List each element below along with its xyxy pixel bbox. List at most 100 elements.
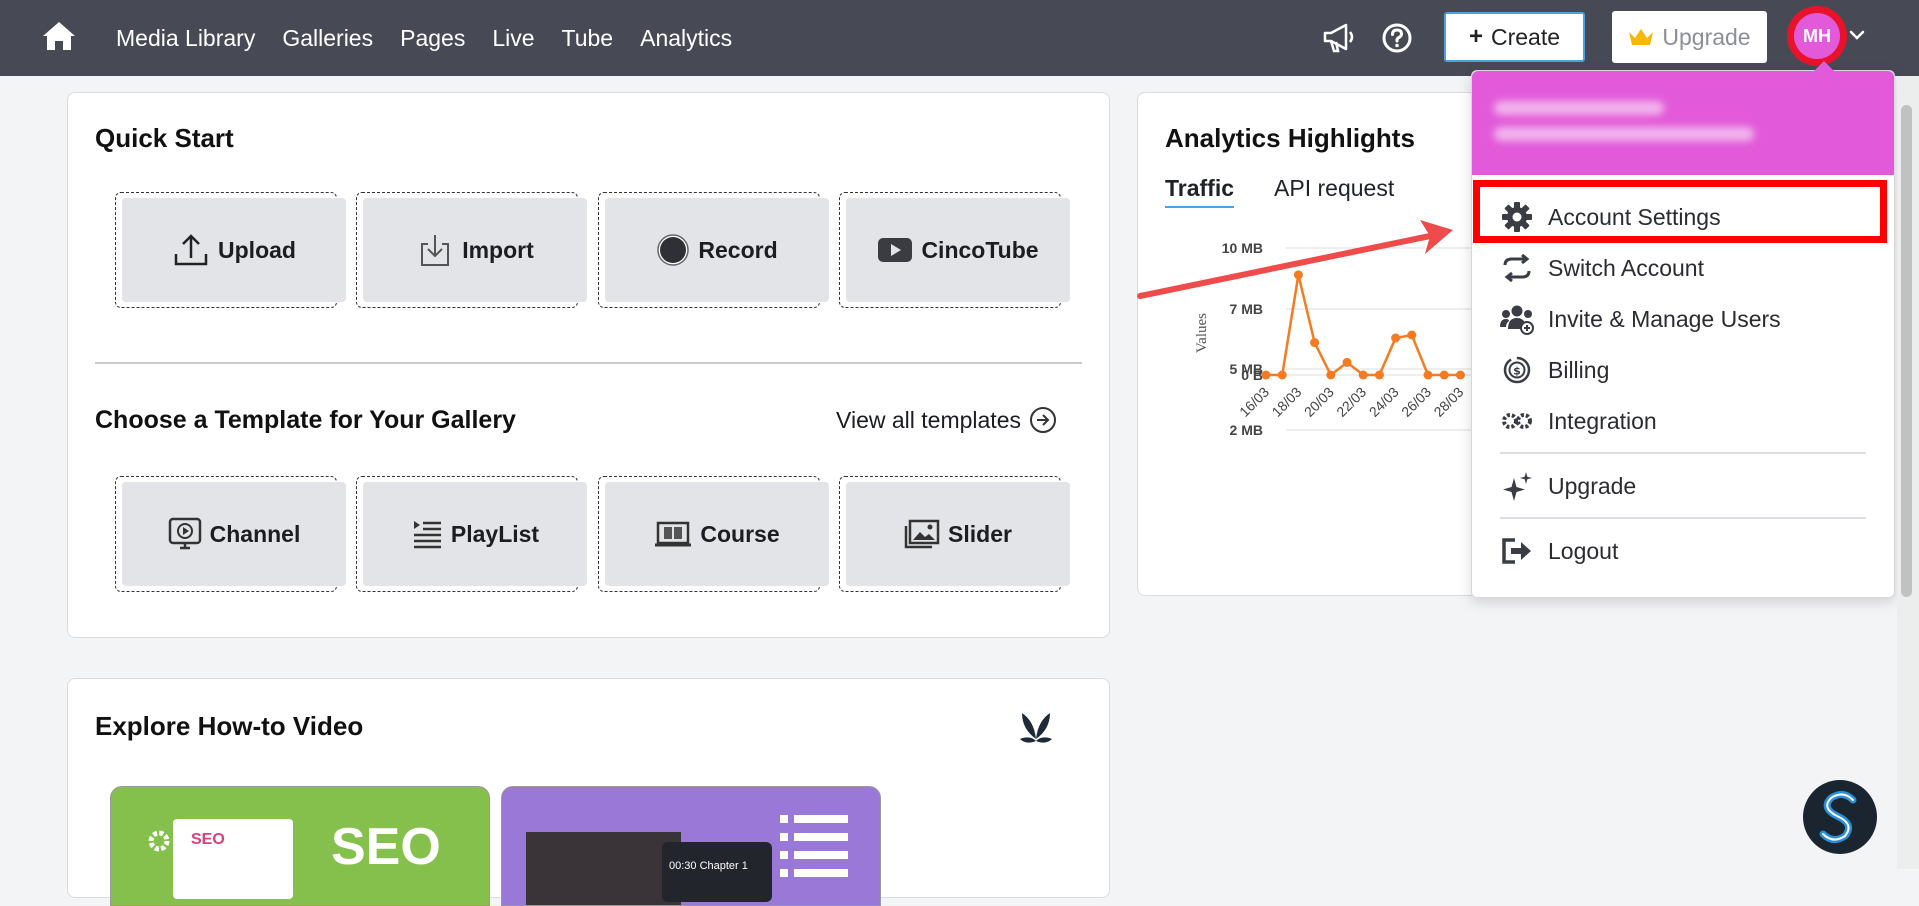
record-icon — [657, 234, 690, 266]
menu-item-switch-account[interactable]: Switch Account — [1500, 246, 1704, 290]
menu-label-switch-account: Switch Account — [1548, 254, 1704, 281]
nav-live[interactable]: Live — [492, 25, 534, 52]
megaphone-icon[interactable] — [1322, 20, 1358, 54]
chart-data-point — [1439, 370, 1449, 380]
account-dropdown-menu: Account Settings Switch Account Invite &… — [1471, 61, 1895, 598]
template-section-title: Choose a Template for Your Gallery — [95, 406, 516, 434]
chart-data-point — [1342, 357, 1352, 367]
list-icon — [780, 815, 848, 877]
record-label: Record — [698, 236, 778, 263]
chart-data-point — [1423, 370, 1433, 380]
nav-media-library[interactable]: Media Library — [116, 25, 255, 52]
chart-y-tick-label: 10 MB — [1222, 240, 1263, 256]
account-header-blurred — [1472, 71, 1894, 175]
chart-y-tick-label: 0 B — [1241, 367, 1263, 383]
users-icon — [1500, 302, 1534, 336]
playlist-icon — [413, 521, 441, 549]
upload-tile[interactable]: Upload — [115, 192, 346, 308]
crown-icon — [1629, 29, 1654, 45]
chart-data-point — [1261, 370, 1271, 380]
menu-item-invite-manage-users[interactable]: Invite & Manage Users — [1500, 297, 1781, 341]
playlist-label: PlayList — [450, 520, 540, 547]
channel-icon — [168, 517, 201, 550]
youtube-icon — [878, 238, 913, 262]
course-label: Course — [700, 520, 780, 547]
chart-x-tick-label: 22/03 — [1333, 384, 1369, 420]
menu-item-integration[interactable]: Integration — [1500, 399, 1657, 443]
thumb-gear-icon — [148, 830, 170, 852]
menu-divider — [1500, 452, 1866, 454]
course-template-tile[interactable]: Course — [598, 476, 829, 592]
upgrade-button[interactable]: Upgrade — [1612, 11, 1767, 63]
tab-traffic[interactable]: Traffic — [1165, 175, 1235, 208]
cincotube-label: CincoTube — [921, 236, 1039, 263]
how-to-video-card: Explore How-to Video SEO SEO 00:30 Chapt… — [67, 678, 1110, 906]
switch-icon — [1500, 251, 1534, 285]
analytics-title: Analytics Highlights — [1165, 123, 1415, 153]
chart-x-tick-label: 28/03 — [1430, 384, 1466, 420]
integration-icon — [1500, 404, 1534, 438]
avatar-button[interactable]: MH — [1787, 6, 1847, 66]
chart-x-tick-label: 20/03 — [1301, 384, 1337, 420]
cincotube-tile[interactable]: CincoTube — [839, 192, 1070, 308]
chart-data-point — [1407, 330, 1417, 340]
top-navigation-bar: Media Library Galleries Pages Live Tube … — [0, 0, 1919, 76]
chart-data-point — [1391, 333, 1401, 343]
svg-text:$: $ — [1513, 365, 1521, 378]
brand-flower-icon — [1020, 713, 1052, 743]
tab-api-request[interactable]: API request — [1274, 175, 1394, 208]
chart-data-point — [1326, 370, 1336, 380]
view-all-templates-link[interactable]: View all templates — [836, 406, 1057, 434]
channel-label: Channel — [209, 520, 301, 547]
upload-icon — [174, 234, 208, 266]
sparkle-icon — [1500, 469, 1534, 503]
playlist-template-tile[interactable]: PlayList — [356, 476, 587, 592]
menu-item-upgrade[interactable]: Upgrade — [1500, 464, 1636, 508]
thumb-chapter-caption: 00:30 Chapter 1 — [669, 860, 748, 872]
thumb-seo-text: SEO — [331, 818, 441, 876]
nav-galleries[interactable]: Galleries — [282, 25, 373, 52]
slider-template-tile[interactable]: Slider — [839, 476, 1070, 592]
how-to-title: Explore How-to Video — [95, 711, 364, 741]
nav-tube[interactable]: Tube — [562, 25, 614, 52]
chart-y-tick-label: 2 MB — [1230, 422, 1263, 438]
quick-start-title: Quick Start — [95, 123, 234, 153]
menu-label-integration: Integration — [1548, 407, 1657, 434]
main-nav: Media Library Galleries Pages Live Tube … — [116, 0, 759, 76]
import-icon — [421, 235, 450, 266]
channel-template-tile[interactable]: Channel — [115, 476, 346, 592]
create-label: Create — [1490, 23, 1561, 50]
nav-pages[interactable]: Pages — [400, 25, 465, 52]
home-icon[interactable] — [42, 20, 76, 52]
import-tile[interactable]: Import — [356, 192, 587, 308]
chart-y-axis-label: Values — [1194, 313, 1210, 353]
chart-x-tick-label: 18/03 — [1268, 384, 1304, 420]
view-all-label: View all templates — [836, 406, 1021, 433]
chart-series-line — [1266, 274, 1461, 377]
menu-item-account-settings[interactable]: Account Settings — [1500, 195, 1721, 239]
video-thumbnail-seo[interactable]: SEO SEO — [110, 786, 490, 906]
plus-icon: + — [1468, 23, 1483, 50]
gear-icon — [1500, 200, 1534, 234]
create-button[interactable]: + Create — [1444, 12, 1585, 62]
menu-item-billing[interactable]: $ Billing — [1500, 348, 1609, 392]
help-icon[interactable] — [1381, 22, 1413, 54]
chart-data-point — [1455, 370, 1465, 380]
thumb-seo-small-text: SEO — [191, 831, 225, 848]
logout-icon — [1500, 534, 1534, 568]
chevron-down-icon[interactable] — [1848, 28, 1866, 42]
menu-label-billing: Billing — [1548, 356, 1610, 383]
video-thumbnail-chapters[interactable]: 00:30 Chapter 1 — [501, 786, 881, 906]
menu-item-logout[interactable]: Logout — [1500, 529, 1618, 573]
scrollbar-thumb[interactable] — [1901, 105, 1912, 597]
chart-x-tick-label: 16/03 — [1236, 384, 1272, 420]
slider-label: Slider — [948, 520, 1012, 547]
record-tile[interactable]: Record — [598, 192, 829, 308]
nav-analytics[interactable]: Analytics — [640, 25, 732, 52]
floating-assistant-button[interactable] — [1803, 780, 1877, 854]
chart-x-tick-label: 24/03 — [1366, 384, 1402, 420]
billing-icon: $ — [1500, 353, 1534, 387]
import-label: Import — [462, 236, 534, 263]
avatar: MH — [1794, 13, 1840, 59]
arrow-circle-right-icon — [1030, 407, 1056, 433]
